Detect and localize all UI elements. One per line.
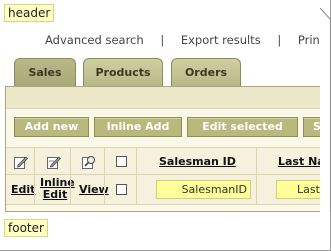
data-grid: Salesman ID Last Name Edit Inline Edit V… xyxy=(6,147,331,209)
salesman-id-field[interactable]: SalesmanID xyxy=(156,180,251,199)
grid-header: Salesman ID Last Name xyxy=(6,147,331,175)
export-results-link[interactable]: Export results xyxy=(181,33,261,47)
inline-edit-icon xyxy=(47,156,61,169)
table-row: Edit Inline Edit View SalesmanID LastNam… xyxy=(6,175,331,205)
column-divider xyxy=(70,147,71,205)
inline-add-button[interactable]: Inline Add xyxy=(94,117,182,137)
app-frame: header Advanced search | Export results … xyxy=(0,0,331,251)
tab-label: Products xyxy=(95,66,151,79)
edit-icon xyxy=(14,156,28,169)
window-edge-shadow xyxy=(320,8,331,212)
tab-label: Orders xyxy=(184,66,228,79)
row-checkbox[interactable] xyxy=(116,184,127,195)
column-header-salesman-id[interactable]: Salesman ID xyxy=(159,155,236,168)
column-divider xyxy=(104,147,105,205)
link-separator: | xyxy=(160,33,165,47)
tab-panel: Add new Inline Add Edit selected S Sales… xyxy=(5,86,331,212)
column-divider xyxy=(256,147,257,205)
tab-orders[interactable]: Orders xyxy=(171,58,241,86)
panel-strip xyxy=(6,87,331,109)
edit-selected-button[interactable]: Edit selected xyxy=(187,117,298,137)
footer-placeholder: footer xyxy=(4,219,48,237)
inline-edit-line2: Edit xyxy=(42,188,68,201)
view-icon xyxy=(82,156,95,169)
link-separator: | xyxy=(277,33,282,47)
toolbar-links: Advanced search | Export results | Print… xyxy=(45,33,331,47)
header-placeholder: header xyxy=(4,4,55,22)
inline-edit-link[interactable]: Inline Edit xyxy=(40,177,75,201)
tab-label: Sales xyxy=(28,66,62,79)
advanced-search-link[interactable]: Advanced search xyxy=(45,33,144,47)
add-new-button[interactable]: Add new xyxy=(14,117,89,137)
column-divider xyxy=(34,147,35,205)
tab-products[interactable]: Products xyxy=(83,58,163,86)
column-divider xyxy=(136,147,137,205)
edit-link[interactable]: Edit xyxy=(11,184,35,196)
tab-sales[interactable]: Sales xyxy=(14,58,76,86)
select-all-checkbox[interactable] xyxy=(116,156,127,167)
